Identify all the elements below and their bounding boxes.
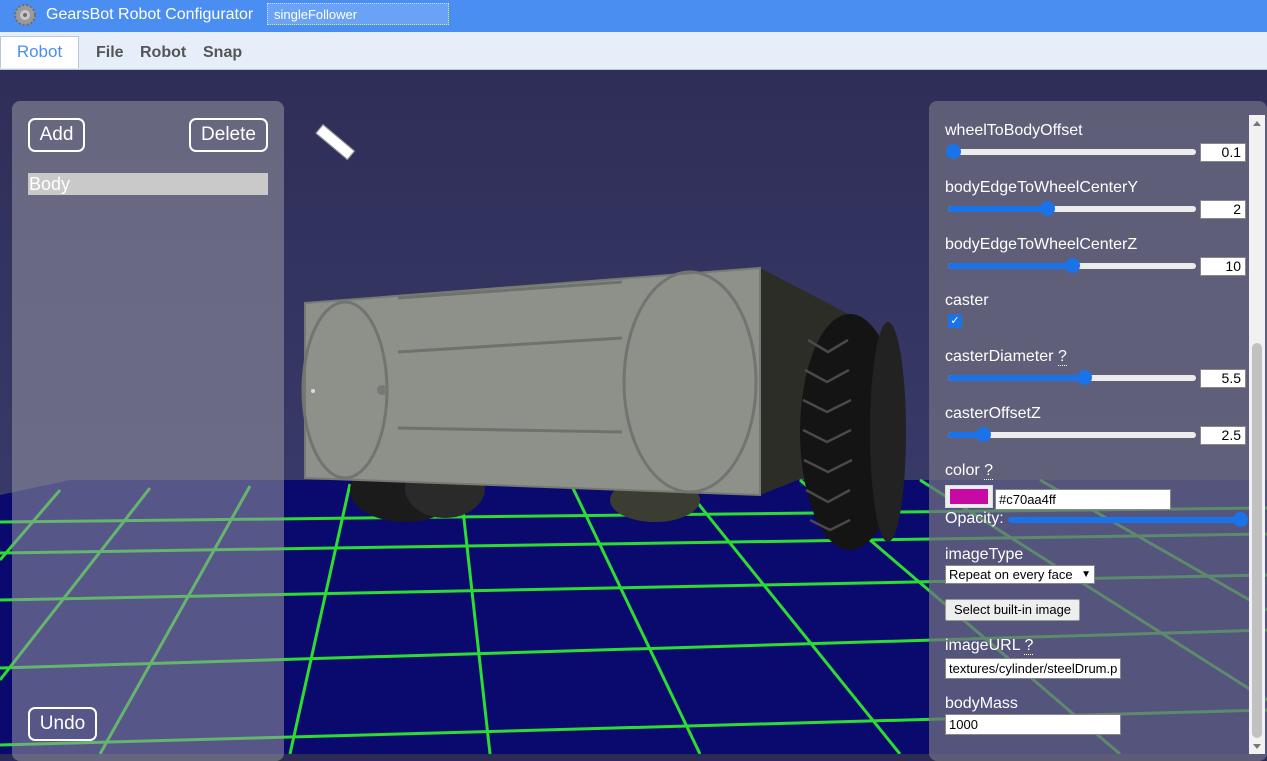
- input-wheel-to-body-offset[interactable]: 0.1: [1200, 143, 1246, 162]
- component-item-body[interactable]: Body: [28, 173, 268, 195]
- slider-caster-diameter[interactable]: [948, 370, 1196, 385]
- select-builtin-image-button[interactable]: Select built-in image: [945, 599, 1080, 621]
- components-panel: [12, 101, 284, 761]
- input-body-edge-to-wheel-center-y[interactable]: 2: [1200, 200, 1246, 219]
- label-body-edge-to-wheel-center-z: bodyEdgeToWheelCenterZ: [945, 236, 1138, 253]
- opacity-slider[interactable]: [1008, 512, 1248, 527]
- menu-bar: [0, 32, 1267, 70]
- label-opacity: Opacity:: [945, 510, 1004, 527]
- help-image-url[interactable]: ?: [1024, 637, 1034, 655]
- label-caster: caster: [945, 292, 989, 309]
- input-caster-offset-z[interactable]: 2.5: [1200, 426, 1246, 445]
- body-mass-input[interactable]: 1000: [945, 714, 1121, 735]
- title-bar: GearsBot Robot Configurator: [0, 0, 1267, 32]
- menu-snap[interactable]: Snap: [203, 44, 242, 62]
- label-image-type: imageType: [945, 546, 1024, 563]
- label-caster-offset-z: casterOffsetZ: [945, 405, 1041, 422]
- menu-robot[interactable]: Robot: [140, 44, 186, 62]
- color-swatch[interactable]: [945, 485, 993, 508]
- image-url-input[interactable]: textures/cylinder/steelDrum.p: [945, 658, 1121, 679]
- undo-button[interactable]: Undo: [28, 707, 97, 741]
- help-caster-diameter[interactable]: ?: [1057, 348, 1067, 366]
- scroll-down-icon[interactable]: [1253, 744, 1261, 749]
- delete-button[interactable]: Delete: [189, 118, 268, 152]
- scrollbar-thumb[interactable]: [1252, 343, 1262, 738]
- color-hex-input[interactable]: #c70aa4ff: [995, 489, 1171, 510]
- gear-logo-icon: [14, 4, 36, 26]
- label-color: color ?: [945, 462, 994, 480]
- chevron-down-icon: ▼: [1081, 569, 1091, 580]
- menu-file[interactable]: File: [96, 44, 124, 62]
- scroll-up-icon[interactable]: [1253, 121, 1261, 126]
- caster-checkbox[interactable]: ✓: [948, 314, 962, 328]
- app-title: GearsBot Robot Configurator: [46, 6, 254, 23]
- label-body-edge-to-wheel-center-y: bodyEdgeToWheelCenterY: [945, 179, 1139, 196]
- input-body-edge-to-wheel-center-z[interactable]: 10: [1200, 257, 1246, 276]
- help-color[interactable]: ?: [984, 462, 994, 480]
- slider-wheel-to-body-offset[interactable]: [945, 144, 1196, 159]
- tab-robot[interactable]: Robot: [0, 36, 79, 68]
- label-wheel-to-body-offset: wheelToBodyOffset: [945, 122, 1083, 139]
- input-caster-diameter[interactable]: 5.5: [1200, 369, 1246, 388]
- label-image-url: imageURL ?: [945, 637, 1034, 655]
- robot-name-input[interactable]: [267, 3, 449, 25]
- properties-scrollbar[interactable]: [1249, 115, 1265, 754]
- label-body-mass: bodyMass: [945, 695, 1018, 712]
- image-type-select[interactable]: Repeat on every face ▼: [945, 565, 1095, 584]
- label-caster-diameter: casterDiameter ?: [945, 348, 1067, 366]
- slider-caster-offset-z[interactable]: [948, 427, 1196, 442]
- slider-body-edge-to-wheel-center-y[interactable]: [948, 201, 1196, 216]
- add-button[interactable]: Add: [28, 118, 85, 152]
- slider-body-edge-to-wheel-center-z[interactable]: [948, 258, 1196, 273]
